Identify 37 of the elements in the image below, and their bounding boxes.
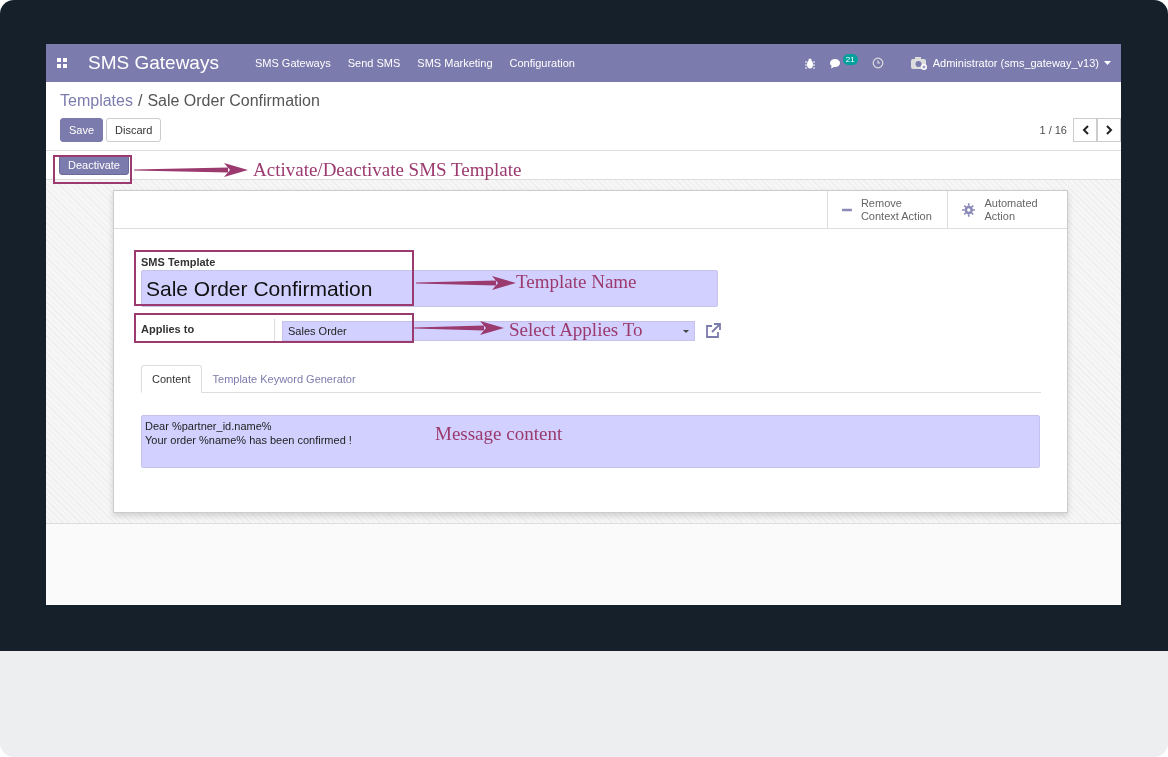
message-count-badge: 21 <box>842 53 858 65</box>
settings-icon <box>962 201 976 218</box>
app-title[interactable]: SMS Gateways <box>88 52 219 74</box>
breadcrumb-separator: / <box>137 92 143 110</box>
annotation-label: Message content <box>435 423 563 445</box>
pager-counter: 1 / 16 <box>1039 124 1067 136</box>
annotation-label: Activate/Deactivate SMS Template <box>253 159 522 181</box>
chat-icon[interactable] <box>828 57 842 69</box>
bug-icon[interactable] <box>804 57 815 69</box>
menu-item[interactable]: Configuration <box>509 57 575 69</box>
remove-action-button[interactable]: Remove Context Action <box>827 191 947 228</box>
tab[interactable]: Content <box>141 365 202 393</box>
menu-item[interactable]: SMS Marketing <box>417 57 493 69</box>
menu-item[interactable]: SMS Gateways <box>254 57 331 69</box>
apps-grid-icon[interactable] <box>56 57 68 69</box>
save-button[interactable]: Save <box>60 118 104 142</box>
camera-avatar-icon <box>909 56 928 70</box>
previous-button[interactable] <box>1073 118 1097 142</box>
caret-icon[interactable] <box>1104 61 1111 65</box>
caret-icon <box>683 329 689 333</box>
menu-item[interactable]: Send SMS <box>347 57 401 69</box>
deactivate-button[interactable]: Deactivate <box>59 155 129 175</box>
tab[interactable]: Template Keyword Generator <box>201 365 367 393</box>
next-button[interactable] <box>1097 118 1121 142</box>
automated-action-button[interactable]: Automated Action <box>947 191 1067 228</box>
clock-icon[interactable] <box>871 57 884 69</box>
user-name[interactable]: Administrator (sms_gateway_v13) <box>932 57 1099 69</box>
chevron-right-icon <box>1105 125 1113 135</box>
annotation-label: Template Name <box>516 271 637 293</box>
breadcrumb-current: Sale Order Confirmation <box>147 92 320 110</box>
field-label: Applies to <box>141 319 275 343</box>
breadcrumb-link[interactable]: Templates <box>60 92 133 110</box>
annotation-label: Select Applies To <box>509 319 643 341</box>
chevron-left-icon <box>1081 125 1089 135</box>
discard-button[interactable]: Discard <box>106 118 162 142</box>
field-label: SMS Template <box>141 256 217 268</box>
external-link-icon[interactable] <box>705 323 721 339</box>
